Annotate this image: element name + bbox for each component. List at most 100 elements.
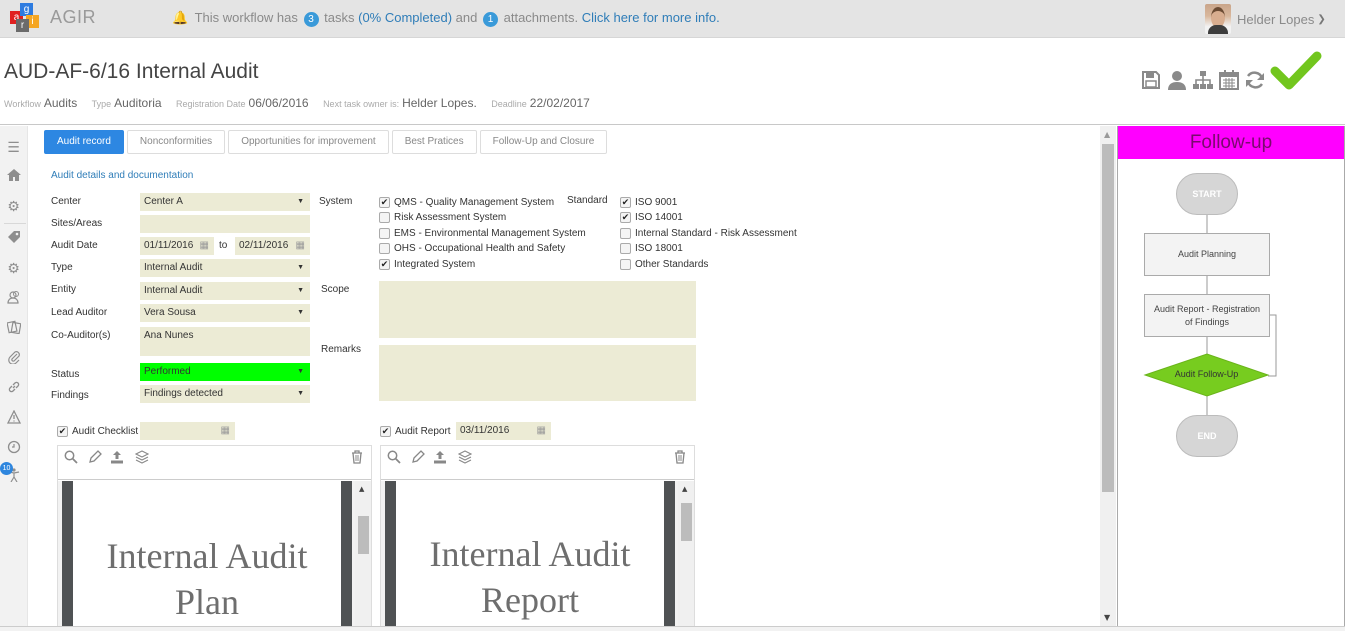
standard-option-iso18001[interactable]: ISO 18001 <box>620 243 683 254</box>
paperclip-icon[interactable] <box>5 350 22 367</box>
flow-node-end[interactable]: END <box>1176 415 1238 457</box>
flow-node-audit-report[interactable]: Audit Report - Registration of Findings <box>1144 294 1270 337</box>
co-auditors-input[interactable]: Ana Nunes <box>140 327 310 356</box>
user-icon[interactable] <box>1164 67 1190 93</box>
standard-option-other[interactable]: Other Standards <box>620 259 708 270</box>
audit-report-toggle[interactable]: ✔ Audit Report <box>380 426 451 437</box>
calendar-icon[interactable]: ▦ <box>537 422 546 440</box>
remarks-textarea[interactable] <box>379 345 696 401</box>
audit-date-from[interactable]: 01/11/2016 ▦ <box>140 237 214 255</box>
document-scrollbar[interactable]: ▲ <box>678 481 694 631</box>
warning-icon[interactable] <box>5 409 22 427</box>
standard-option-iso14001[interactable]: ✔ ISO 14001 <box>620 212 683 223</box>
hierarchy-icon[interactable] <box>1190 67 1216 93</box>
scroll-up-icon[interactable]: ▲ <box>682 485 687 493</box>
edit-icon[interactable] <box>410 450 426 466</box>
standard-option-iso9001[interactable]: ✔ ISO 9001 <box>620 197 677 208</box>
checkbox[interactable]: ✔ <box>620 212 631 223</box>
trash-icon[interactable] <box>672 450 688 466</box>
checkbox[interactable] <box>620 243 631 254</box>
checkbox[interactable]: ✔ <box>57 426 68 437</box>
search-icon[interactable] <box>63 450 79 466</box>
app-logo[interactable]: a g i r <box>10 3 40 33</box>
document-page: Internal Audit Report <box>385 481 675 631</box>
checkbox[interactable] <box>379 243 390 254</box>
menu-icon[interactable]: ☰ <box>5 140 22 157</box>
checkbox[interactable] <box>379 212 390 223</box>
tab-opportunities[interactable]: Opportunities for improvement <box>228 130 389 154</box>
checkbox[interactable]: ✔ <box>380 426 391 437</box>
system-option-integrated[interactable]: ✔ Integrated System <box>379 259 475 270</box>
gears-icon[interactable]: ⚙ <box>5 199 22 216</box>
edit-icon[interactable] <box>87 450 103 466</box>
refresh-icon[interactable] <box>1242 67 1268 93</box>
notification-badge[interactable]: 10 <box>0 462 13 475</box>
gear-icon[interactable]: ⚙ <box>5 261 22 278</box>
layers-icon[interactable] <box>134 450 150 466</box>
calendar-icon[interactable]: ▦ <box>296 237 305 255</box>
audit-report-date[interactable]: 03/11/2016 ▦ <box>456 422 551 440</box>
checkbox[interactable]: ✔ <box>620 197 631 208</box>
option-label: ISO 9001 <box>635 197 678 208</box>
clock-icon[interactable] <box>5 440 22 457</box>
audit-date-to[interactable]: 02/11/2016 ▦ <box>235 237 310 255</box>
checkmark-icon[interactable] <box>1270 49 1322 93</box>
calendar-icon[interactable]: ▦ <box>200 237 209 255</box>
search-icon[interactable] <box>386 450 402 466</box>
audit-checklist-date[interactable]: ▦ <box>140 422 235 440</box>
checkbox[interactable] <box>620 228 631 239</box>
upload-icon[interactable] <box>432 450 448 466</box>
center-select[interactable]: Center A ▼ <box>140 193 310 211</box>
lead-auditor-select[interactable]: Vera Sousa ▼ <box>140 304 310 322</box>
trash-icon[interactable] <box>349 450 365 466</box>
link-icon[interactable] <box>5 380 22 397</box>
scope-textarea[interactable] <box>379 281 696 338</box>
document-scrollbar[interactable]: ▲ <box>355 481 371 631</box>
system-option-qms[interactable]: ✔ QMS - Quality Management System <box>379 197 554 208</box>
scroll-thumb[interactable] <box>358 515 369 554</box>
flow-node-start[interactable]: START <box>1176 173 1238 215</box>
app-name: AGIR <box>50 7 97 27</box>
documents-icon[interactable] <box>5 320 22 337</box>
main-scrollbar[interactable]: ▲ ▼ <box>1100 126 1116 626</box>
system-option-risk[interactable]: Risk Assessment System <box>379 212 506 223</box>
user-menu[interactable]: Helder Lopes ❯ <box>1205 4 1326 34</box>
checkbox[interactable]: ✔ <box>379 197 390 208</box>
type-select[interactable]: Internal Audit ▼ <box>140 259 310 277</box>
tag-icon[interactable] <box>5 230 22 247</box>
flow-node-audit-follow-up[interactable]: Audit Follow-Up <box>1145 369 1268 379</box>
flow-node-audit-planning[interactable]: Audit Planning <box>1144 233 1270 276</box>
layers-icon[interactable] <box>457 450 473 466</box>
scroll-down-icon[interactable]: ▼ <box>1104 613 1110 622</box>
status-select[interactable]: Performed ▼ <box>140 363 310 381</box>
tab-nonconformities[interactable]: Nonconformities <box>126 130 226 154</box>
upload-icon[interactable] <box>109 450 125 466</box>
system-option-ohs[interactable]: OHS - Occupational Health and Safety <box>379 243 565 254</box>
sites-label: Sites/Areas <box>51 218 103 229</box>
tab-best-practices[interactable]: Best Pratices <box>391 130 477 154</box>
standard-option-internal[interactable]: Internal Standard - Risk Assessment <box>620 228 797 239</box>
tab-audit-record[interactable]: Audit record <box>44 130 124 154</box>
scroll-thumb[interactable] <box>1102 144 1114 492</box>
save-icon[interactable] <box>1138 67 1164 93</box>
findings-select[interactable]: Findings detected ▼ <box>140 385 310 403</box>
calendar-icon[interactable] <box>1216 67 1242 93</box>
entity-select[interactable]: Internal Audit ▼ <box>140 282 310 300</box>
checkbox[interactable] <box>379 228 390 239</box>
users-icon[interactable] <box>5 290 22 307</box>
audit-checklist-toggle[interactable]: ✔ Audit Checklist <box>57 426 138 437</box>
more-info-link[interactable]: Click here for more info. <box>582 10 720 25</box>
tab-follow-up-closure[interactable]: Follow-Up and Closure <box>479 130 608 154</box>
document-preview: Internal Audit Plan ▲ <box>58 481 371 631</box>
scroll-up-icon[interactable]: ▲ <box>1104 130 1110 139</box>
calendar-icon[interactable]: ▦ <box>221 422 230 440</box>
checkbox[interactable]: ✔ <box>379 259 390 270</box>
option-label: ISO 18001 <box>635 243 683 254</box>
scroll-thumb[interactable] <box>681 503 692 542</box>
home-icon[interactable] <box>5 168 22 185</box>
sites-input[interactable] <box>140 215 310 233</box>
system-option-ems[interactable]: EMS - Environmental Management System <box>379 228 586 239</box>
checkbox[interactable] <box>620 259 631 270</box>
attachment-count-badge: 1 <box>483 12 498 27</box>
scroll-up-icon[interactable]: ▲ <box>359 485 364 493</box>
